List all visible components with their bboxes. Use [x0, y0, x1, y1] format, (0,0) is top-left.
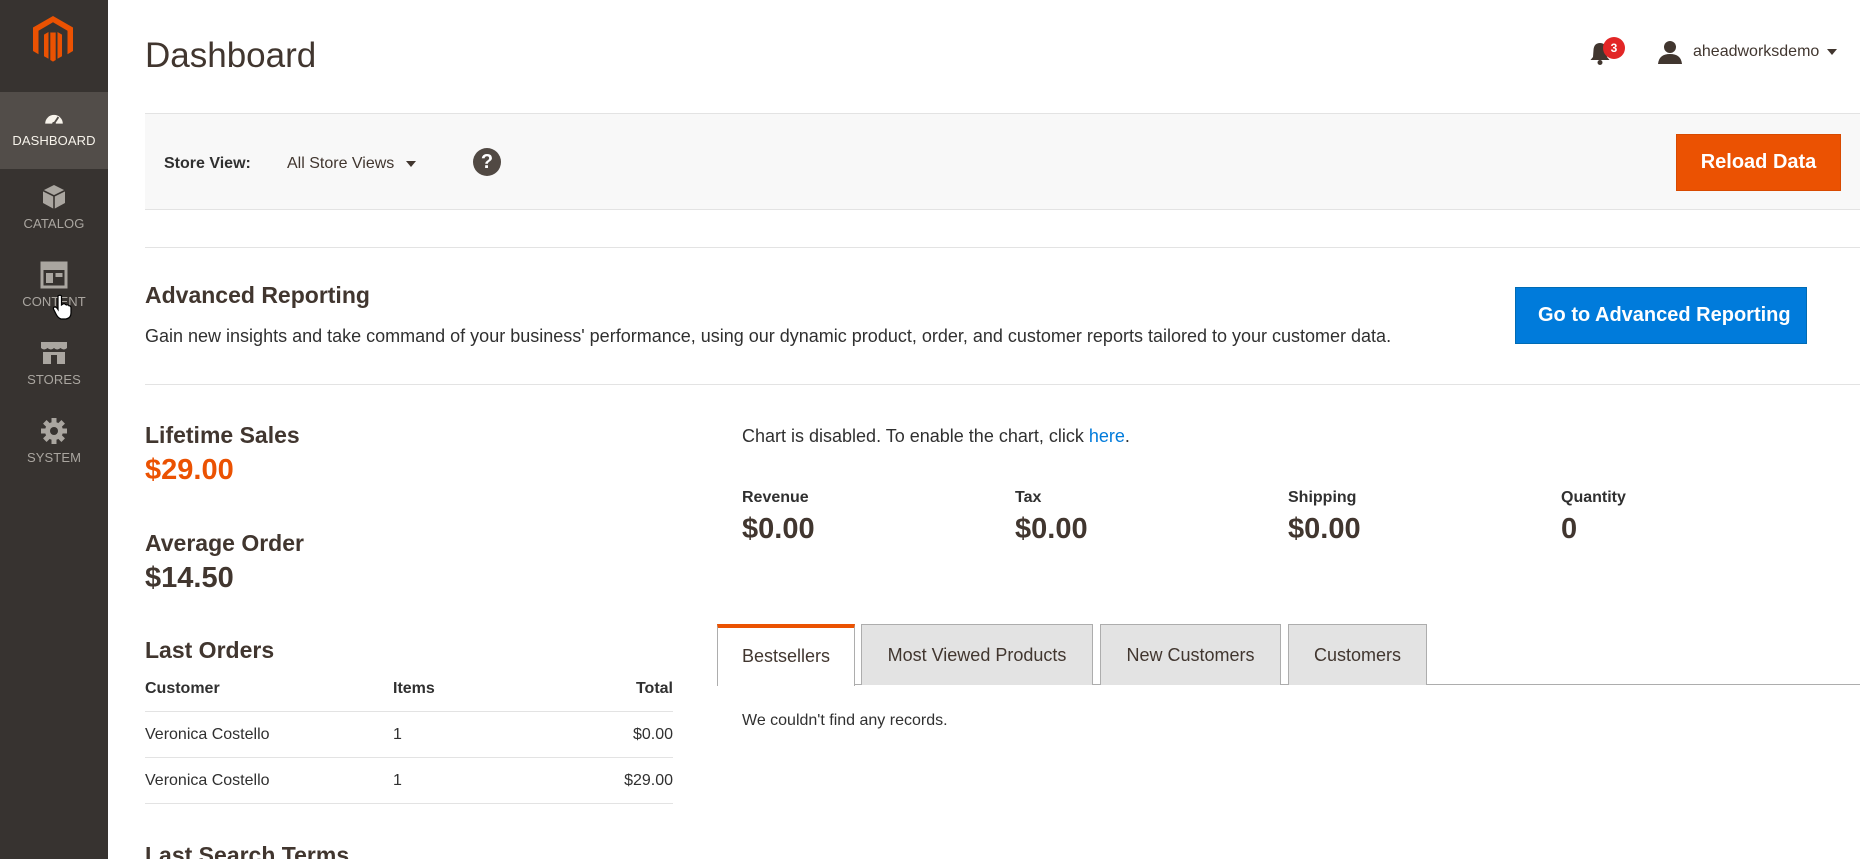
notification-count-badge: 3: [1603, 37, 1625, 59]
table-row[interactable]: Veronica Costello 1 $29.00: [145, 757, 673, 804]
divider: [145, 384, 1860, 385]
reload-data-button[interactable]: Reload Data: [1676, 134, 1841, 191]
kpi-value: $0.00: [1288, 513, 1361, 545]
last-search-terms-title: Last Search Terms: [145, 842, 350, 859]
column-header-total: Total: [553, 675, 673, 712]
gear-icon: [41, 418, 67, 444]
kpi-tax: Tax $0.00: [1015, 489, 1088, 546]
kpi-shipping: Shipping $0.00: [1288, 489, 1361, 546]
column-header-items: Items: [393, 675, 553, 712]
kpi-label: Shipping: [1288, 489, 1357, 506]
lifetime-sales-value: $29.00: [145, 454, 234, 486]
chevron-down-icon: [406, 161, 417, 167]
sidebar: DASHBOARD CATALOG CONTENT STORES SYSTEM: [0, 0, 108, 859]
kpi-value: $0.00: [742, 513, 815, 545]
no-records-message: We couldn't find any records.: [742, 712, 948, 729]
kpi-quantity: Quantity 0: [1561, 489, 1626, 546]
tab-most-viewed-products[interactable]: Most Viewed Products: [861, 624, 1093, 685]
last-orders-title: Last Orders: [145, 637, 275, 663]
hand-cursor-icon: [52, 294, 72, 320]
page-title: Dashboard: [145, 36, 317, 75]
user-menu[interactable]: aheadworksdemo: [1657, 38, 1838, 66]
table-header-row: Customer Items Total: [145, 675, 673, 712]
tab-customers[interactable]: Customers: [1288, 624, 1427, 685]
help-icon[interactable]: ?: [473, 148, 501, 176]
column-header-customer: Customer: [145, 675, 393, 712]
tab-bestsellers[interactable]: Bestsellers: [717, 624, 855, 686]
chevron-down-icon: [1827, 49, 1838, 55]
kpi-label: Quantity: [1561, 489, 1626, 506]
sidebar-item-system[interactable]: SYSTEM: [0, 404, 108, 481]
lifetime-sales-label: Lifetime Sales: [145, 422, 300, 448]
sidebar-item-label: CATALOG: [23, 216, 85, 231]
button-label: Go to Advanced Reporting: [1538, 304, 1791, 326]
advanced-reporting-title: Advanced Reporting: [145, 282, 370, 308]
table-row[interactable]: Veronica Costello 1 $0.00: [145, 711, 673, 758]
tab-new-customers[interactable]: New Customers: [1100, 624, 1281, 685]
advanced-reporting-description: Gain new insights and take command of yo…: [145, 326, 1392, 346]
sidebar-item-label: SYSTEM: [26, 450, 82, 465]
kpi-value: $0.00: [1015, 513, 1088, 545]
storefront-icon: [41, 342, 67, 364]
external-link-icon: [1545, 357, 1558, 370]
sidebar-item-catalog[interactable]: CATALOG: [0, 170, 108, 247]
sidebar-item-label: STORES: [27, 372, 81, 387]
order-customer: Veronica Costello: [145, 711, 393, 758]
sidebar-item-stores[interactable]: STORES: [0, 326, 108, 403]
enable-chart-link[interactable]: here: [1089, 426, 1125, 446]
store-view-label: Store View:: [164, 155, 251, 172]
order-customer: Veronica Costello: [145, 757, 393, 804]
average-order-label: Average Order: [145, 530, 304, 556]
user-icon: [1658, 41, 1682, 64]
divider: [145, 247, 1860, 248]
store-view-select[interactable]: All Store Views: [287, 155, 417, 173]
chart-message-suffix: .: [1124, 426, 1130, 446]
speedometer-icon: [45, 114, 63, 126]
store-view-bar: Store View: All Store Views ? Reload Dat…: [145, 113, 1860, 210]
chart-disabled-message: Chart is disabled. To enable the chart, …: [742, 426, 1130, 447]
kpi-revenue: Revenue $0.00: [742, 489, 815, 546]
kpi-label: Tax: [1015, 489, 1042, 506]
order-items: 1: [393, 757, 553, 804]
average-order-value: $14.50: [145, 562, 234, 594]
kpi-label: Revenue: [742, 489, 809, 506]
layout-icon: [40, 261, 68, 289]
magento-logo[interactable]: [30, 14, 76, 64]
kpi-value: 0: [1561, 513, 1578, 545]
order-total: $0.00: [553, 711, 673, 758]
username: aheadworksdemo: [1693, 43, 1820, 60]
order-items: 1: [393, 711, 553, 758]
store-view-selected: All Store Views: [287, 155, 395, 172]
last-orders-table: Customer Items Total Veronica Costello 1…: [145, 675, 673, 804]
sidebar-item-label: DASHBOARD: [12, 133, 96, 148]
order-total: $29.00: [553, 757, 673, 804]
chart-message-text: Chart is disabled. To enable the chart, …: [742, 426, 1089, 446]
go-to-advanced-reporting-button[interactable]: Go to Advanced Reporting: [1515, 287, 1807, 370]
dashboard-tabs: Bestsellers Most Viewed Products New Cus…: [717, 624, 1860, 686]
box-icon: [42, 185, 66, 209]
sidebar-item-dashboard[interactable]: DASHBOARD: [0, 92, 108, 169]
